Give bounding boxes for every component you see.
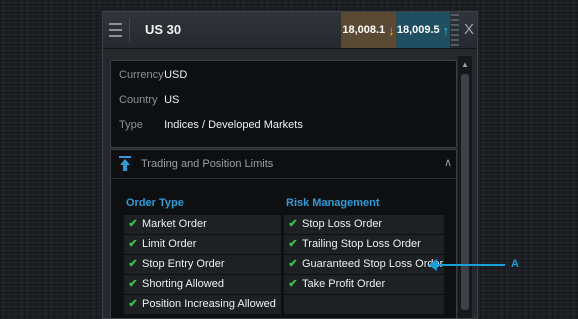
scroll-up-icon[interactable]: ▲ xyxy=(460,60,470,70)
risk-item-label: Stop Loss Order xyxy=(302,218,383,230)
callout-label: A xyxy=(511,258,519,270)
upload-icon xyxy=(119,156,131,171)
type-label: Type xyxy=(119,119,143,131)
risk-item: ✔ Trailing Stop Loss Order xyxy=(284,235,444,254)
risk-item-label: Trailing Stop Loss Order xyxy=(302,238,421,250)
window-header: US 30 18,008.1 ↓ 18,009.5 ↑ X xyxy=(103,12,477,49)
buy-price-button[interactable]: 18,009.5 ↑ xyxy=(396,12,450,48)
check-icon: ✔ xyxy=(128,258,138,270)
check-icon: ✔ xyxy=(128,298,138,310)
order-type-item: ✔ Shorting Allowed xyxy=(124,275,281,294)
order-type-label: Stop Entry Order xyxy=(142,258,225,270)
header-divider xyxy=(129,18,130,42)
chevron-up-icon[interactable]: ∧ xyxy=(444,156,452,169)
check-icon: ✔ xyxy=(288,278,298,290)
currency-value: USD xyxy=(164,69,188,81)
sell-price-button[interactable]: 18,008.1 ↓ xyxy=(341,12,396,48)
currency-label: Currency xyxy=(119,69,164,81)
close-icon[interactable]: X xyxy=(461,21,477,39)
check-icon: ✔ xyxy=(288,218,298,230)
buy-price: 18,009.5 xyxy=(396,24,440,36)
risk-item: ✔ Guaranteed Stop Loss Order xyxy=(284,255,444,274)
callout-arrow-line xyxy=(435,264,505,266)
order-type-item: ✔ Market Order xyxy=(124,215,281,234)
order-type-item: ✔ Position Increasing Allowed xyxy=(124,295,281,314)
check-icon: ✔ xyxy=(128,218,138,230)
drag-handle[interactable] xyxy=(451,14,459,46)
trading-limits-title: Trading and Position Limits xyxy=(141,158,274,170)
country-value: US xyxy=(164,94,180,106)
arrow-down-icon: ↓ xyxy=(388,22,395,38)
type-row: Type Indices / Developed Markets xyxy=(119,119,303,131)
risk-management-heading: Risk Management xyxy=(286,197,380,209)
currency-row: Currency USD xyxy=(119,69,187,81)
trading-limits-panel: Trading and Position Limits ∧ Order Type… xyxy=(110,149,457,318)
order-type-label: Limit Order xyxy=(142,238,197,250)
instrument-symbol: US 30 xyxy=(145,22,182,37)
check-icon: ✔ xyxy=(288,238,298,250)
order-type-label: Shorting Allowed xyxy=(142,278,224,290)
order-type-item: ✔ Limit Order xyxy=(124,235,281,254)
instrument-window: US 30 18,008.1 ↓ 18,009.5 ↑ X Currency U… xyxy=(102,11,478,319)
check-icon: ✔ xyxy=(288,258,298,270)
risk-item-label: Guaranteed Stop Loss Order xyxy=(302,258,444,270)
check-icon: ✔ xyxy=(128,278,138,290)
country-row: Country US xyxy=(119,94,179,106)
country-label: Country xyxy=(119,94,158,106)
risk-item-label: Take Profit Order xyxy=(302,278,386,290)
risk-item: ✔ Stop Loss Order xyxy=(284,215,444,234)
risk-item-empty xyxy=(284,295,444,314)
risk-item: ✔ Take Profit Order xyxy=(284,275,444,294)
order-type-label: Position Increasing Allowed xyxy=(142,298,276,310)
order-type-item: ✔ Stop Entry Order xyxy=(124,255,281,274)
order-type-heading: Order Type xyxy=(126,197,184,209)
arrow-up-icon: ↑ xyxy=(442,22,450,38)
check-icon: ✔ xyxy=(128,238,138,250)
sell-price: 18,008.1 xyxy=(342,24,386,36)
trading-limits-header[interactable]: Trading and Position Limits ∧ xyxy=(111,150,456,179)
vertical-scrollbar[interactable]: ▲ xyxy=(458,56,472,318)
scroll-thumb[interactable] xyxy=(461,74,469,310)
order-type-label: Market Order xyxy=(142,218,207,230)
type-value: Indices / Developed Markets xyxy=(164,119,303,131)
instrument-info-panel: Currency USD Country US Type Indices / D… xyxy=(110,60,457,148)
hamburger-icon[interactable] xyxy=(109,23,122,37)
